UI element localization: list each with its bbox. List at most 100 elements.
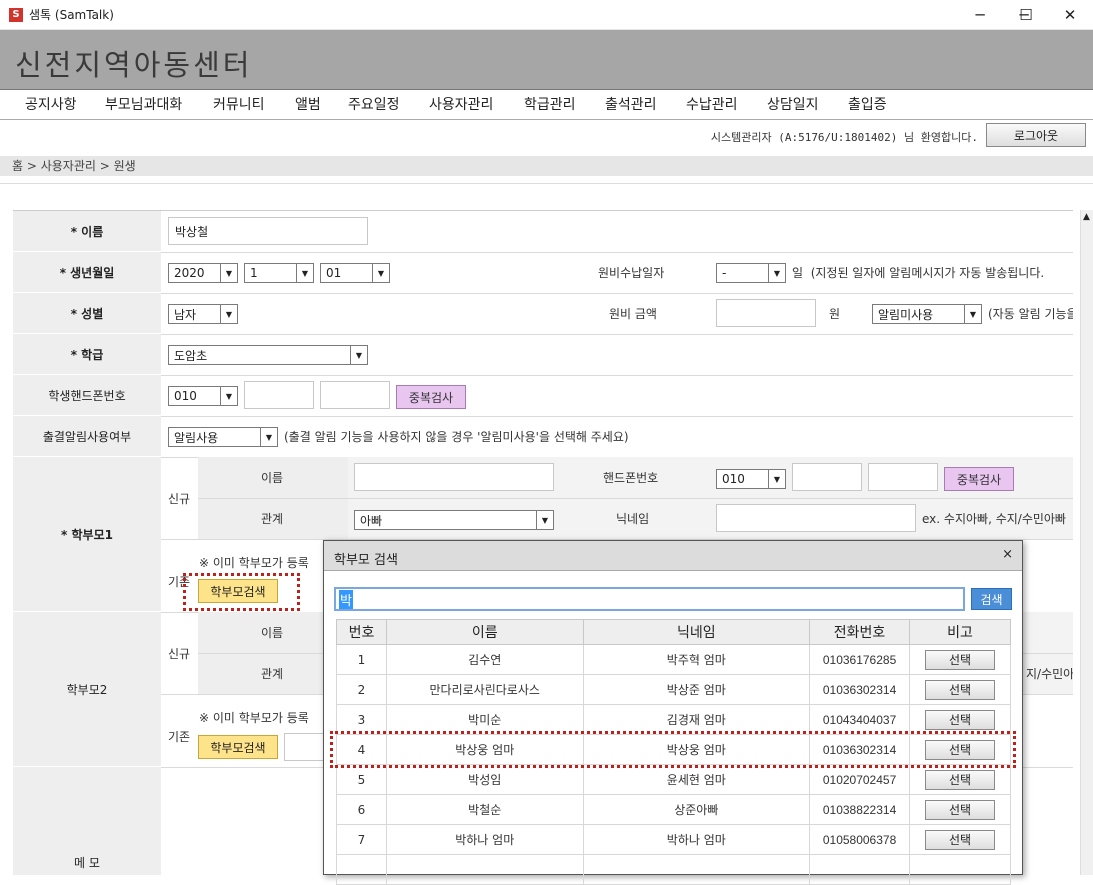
chevron-down-icon: ▼ (220, 305, 237, 323)
student-phone-prefix-select[interactable]: 010 ▼ (168, 386, 238, 406)
chevron-down-icon: ▼ (260, 428, 277, 446)
birth-day-select[interactable]: 01 ▼ (320, 263, 390, 283)
name-input[interactable]: 박상철 (168, 217, 368, 245)
center-title: 신전지역아동센터 (15, 48, 253, 82)
minimize-button[interactable]: ─ (957, 0, 1003, 30)
menu-access-card[interactable]: 출입증 (848, 94, 887, 114)
select-button[interactable]: 선택 (925, 649, 996, 670)
student-phone-last-input[interactable] (320, 381, 390, 409)
menu-community[interactable]: 커뮤니티 (213, 94, 265, 114)
row-action: 선택 (909, 674, 1011, 705)
dialog-titlebar: 학부모 검색 × (324, 541, 1022, 571)
chevron-down-icon: ▼ (372, 264, 389, 282)
fee-date-select[interactable]: - ▼ (716, 263, 786, 283)
name-label: * 이름 (13, 211, 161, 252)
parent1-relation-select[interactable]: 아빠 ▼ (354, 510, 554, 530)
row-action: 선택 (909, 644, 1011, 675)
center-banner: 신전지역아동센터 (0, 30, 1093, 90)
fee-alert-note: (자동 알림 기능을 (988, 307, 1073, 321)
student-phone-mid-input[interactable] (244, 381, 314, 409)
memo-label: 메 모 (13, 767, 161, 875)
chevron-down-icon: ▼ (350, 346, 367, 364)
menu-attendance[interactable]: 출석관리 (605, 94, 657, 114)
parent-search-dialog: 학부모 검색 × 박 검색 번호 이름 닉네임 전화번호 비고 1 김수연 박주혁 … (323, 540, 1023, 885)
student-phone-dup-check-button[interactable]: 중복검사 (396, 385, 466, 409)
select-button[interactable]: 선택 (925, 799, 996, 820)
menu-schedule[interactable]: 주요일정 (348, 94, 400, 114)
col-nickname: 닉네임 (582, 619, 811, 645)
dialog-close-button[interactable]: × (1002, 547, 1013, 562)
select-button[interactable]: 선택 (925, 679, 996, 700)
menu-user-management[interactable]: 사용자관리 (429, 94, 493, 114)
row-number: 5 (336, 764, 387, 795)
parent-search-input[interactable]: 박 (334, 587, 965, 611)
row-action: 선택 (909, 824, 1011, 855)
row-action: 선택 (909, 794, 1011, 825)
class-label: * 학급 (13, 334, 161, 375)
user-bar: 시스템관리자 (A:5176/U:1801402) 님 환영합니다. 로그아웃 (0, 120, 1093, 150)
gender-select[interactable]: 남자 ▼ (168, 304, 238, 324)
close-button[interactable]: ✕ (1047, 0, 1093, 30)
chevron-down-icon: ▼ (768, 470, 785, 488)
parent2-search-button[interactable]: 학부모검색 (198, 735, 278, 759)
col-name: 이름 (385, 619, 584, 645)
parent2-existing-input[interactable] (284, 733, 324, 761)
maximize-button[interactable]: ☐ (1003, 0, 1049, 30)
parent1-dup-check-button[interactable]: 중복검사 (944, 467, 1014, 491)
table-row: 1 김수연 박주혁 엄마 01036176285 선택 (336, 644, 1011, 675)
logout-button[interactable]: 로그아웃 (986, 123, 1086, 147)
table-row: 5 박성임 윤세현 엄마 01020702457 선택 (336, 764, 1011, 795)
row-phone: 01036176285 (809, 644, 911, 675)
menu-counseling[interactable]: 상담일지 (767, 94, 819, 114)
birth-month-select[interactable]: 1 ▼ (244, 263, 314, 283)
parent1-name-label: 이름 (261, 471, 284, 485)
parent1-phone-mid-input[interactable] (792, 463, 862, 491)
row-phone: 01043404037 (809, 704, 911, 735)
attendance-alert-label: 출결알림사용여부 (13, 416, 161, 457)
row-number: 7 (336, 824, 387, 855)
form-scrollbar[interactable]: ▲ (1080, 210, 1093, 875)
attendance-alert-select[interactable]: 알림사용 ▼ (168, 427, 278, 447)
birth-year-select[interactable]: 2020 ▼ (168, 263, 238, 283)
row-number: 2 (336, 674, 387, 705)
row-nickname: 윤세현 엄마 (582, 764, 811, 795)
window-title: 샘톡 (SamTalk) (29, 8, 114, 22)
menu-class-management[interactable]: 학급관리 (524, 94, 576, 114)
fee-alert-select[interactable]: 알림미사용 ▼ (872, 304, 982, 324)
col-number: 번호 (336, 619, 387, 645)
menu-notice[interactable]: 공지사항 (25, 94, 77, 114)
parent1-name-input[interactable] (354, 463, 554, 491)
parent-search-highlight (183, 573, 300, 611)
table-row-empty (336, 854, 1011, 885)
row-nickname: 박상준 엄마 (582, 674, 811, 705)
fee-date-note: 일 (지정된 일자에 알림메시지가 자동 발송됩니다. (792, 266, 1045, 280)
col-note: 비고 (909, 619, 1011, 645)
row-phone: 01036302314 (809, 674, 911, 705)
scroll-up-icon[interactable]: ▲ (1083, 212, 1090, 222)
fee-date-label: 원비수납일자 (598, 266, 665, 280)
dialog-title: 학부모 검색 (334, 553, 398, 568)
select-button[interactable]: 선택 (925, 769, 996, 790)
dialog-search-button[interactable]: 검색 (971, 588, 1012, 610)
fee-amount-input[interactable] (716, 299, 816, 327)
chevron-down-icon: ▼ (768, 264, 785, 282)
student-phone-label: 학생핸드폰번호 (13, 375, 161, 416)
parent1-phone-prefix-select[interactable]: 010 ▼ (716, 469, 786, 489)
chevron-down-icon: ▼ (220, 387, 237, 405)
select-button[interactable]: 선택 (925, 829, 996, 850)
row-nickname: 박하나 엄마 (582, 824, 811, 855)
parent2-label: 학부모2 (13, 612, 161, 767)
menu-album[interactable]: 앨범 (295, 94, 321, 114)
menu-parent-chat[interactable]: 부모님과대화 (105, 94, 182, 114)
chevron-down-icon: ▼ (296, 264, 313, 282)
parent1-nickname-input[interactable] (716, 504, 916, 532)
menu-payments[interactable]: 수납관리 (686, 94, 738, 114)
row-name: 만다리로사린다로사스 (385, 674, 584, 705)
parent1-relation-label: 관계 (261, 512, 284, 526)
class-select[interactable]: 도암초 ▼ (168, 345, 368, 365)
parent2-name-label: 이름 (261, 626, 284, 640)
parent1-phone-last-input[interactable] (868, 463, 938, 491)
row-phone: 01058006378 (809, 824, 911, 855)
select-button[interactable]: 선택 (925, 709, 996, 730)
parent1-phone-label: 핸드폰번호 (603, 471, 659, 485)
